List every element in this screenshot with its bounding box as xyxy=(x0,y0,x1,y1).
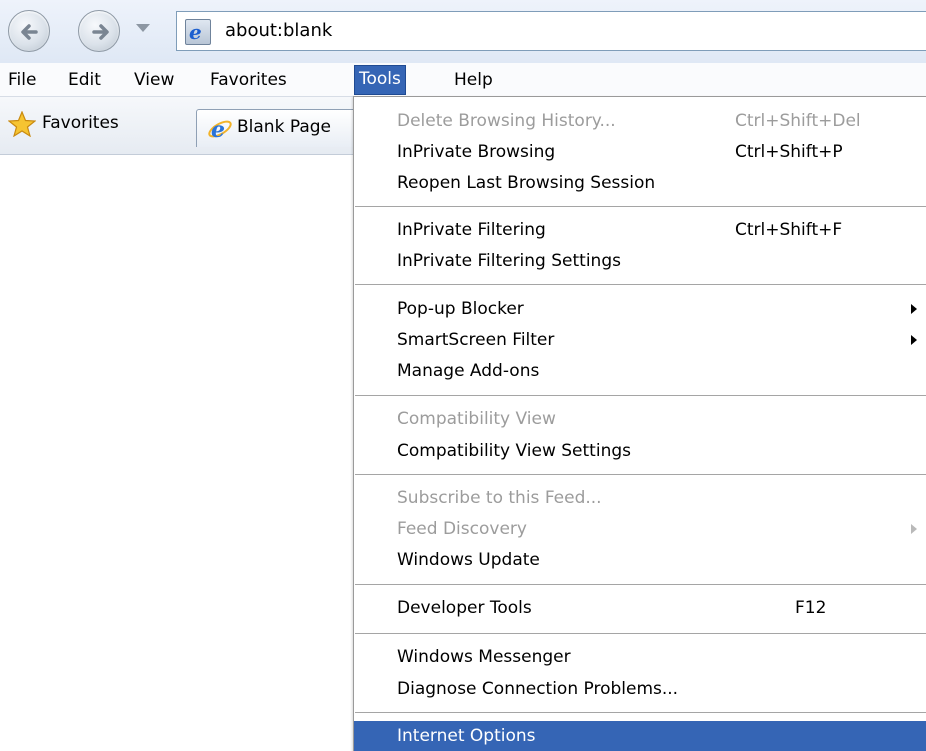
svg-text:e: e xyxy=(211,117,225,142)
menu-item-smartscreen-filter[interactable]: SmartScreen Filter xyxy=(354,325,926,355)
menu-item-label: Delete Browsing History... xyxy=(397,111,616,131)
menu-view[interactable]: View xyxy=(130,66,178,94)
menu-item-shortcut: F12 xyxy=(795,598,827,618)
menu-item-popup-blocker[interactable]: Pop-up Blocker xyxy=(354,294,926,324)
forward-arrow-icon xyxy=(92,24,109,40)
menu-separator xyxy=(355,584,926,585)
menu-favorites[interactable]: Favorites xyxy=(206,66,291,94)
menu-item-label: Subscribe to this Feed... xyxy=(397,488,602,508)
ie-logo-icon: e xyxy=(208,117,232,142)
submenu-arrow-icon xyxy=(911,524,917,534)
menu-item-label: InPrivate Filtering Settings xyxy=(397,251,621,271)
menu-item-reopen-last-session[interactable]: Reopen Last Browsing Session xyxy=(354,168,926,198)
menu-item-label: InPrivate Filtering xyxy=(397,220,546,240)
menu-item-internet-options[interactable]: Internet Options xyxy=(354,721,926,751)
menu-item-windows-messenger[interactable]: Windows Messenger xyxy=(354,642,926,672)
menu-item-shortcut: Ctrl+Shift+F xyxy=(735,220,843,240)
menu-item-label: Internet Options xyxy=(397,726,536,746)
menu-item-inprivate-filtering-settings[interactable]: InPrivate Filtering Settings xyxy=(354,246,926,276)
menu-file[interactable]: File xyxy=(4,66,40,94)
menu-item-label: Developer Tools xyxy=(397,598,532,618)
back-arrow-icon xyxy=(21,24,38,40)
menu-item-label: Diagnose Connection Problems... xyxy=(397,679,679,699)
navigation-bar: e about:blank xyxy=(0,0,926,63)
recent-pages-dropdown[interactable] xyxy=(136,24,150,32)
menu-item-label: Compatibility View xyxy=(397,409,556,429)
menu-separator xyxy=(355,206,926,207)
submenu-arrow-icon xyxy=(911,304,917,314)
menu-item-shortcut: Ctrl+Shift+P xyxy=(735,142,843,162)
menu-item-inprivate-filtering[interactable]: InPrivate Filtering Ctrl+Shift+F xyxy=(354,215,926,245)
forward-button[interactable] xyxy=(78,10,120,52)
back-button[interactable] xyxy=(8,10,50,52)
menu-item-label: Reopen Last Browsing Session xyxy=(397,173,656,193)
menu-edit[interactable]: Edit xyxy=(64,66,105,94)
menu-item-feed-discovery[interactable]: Feed Discovery xyxy=(354,514,926,544)
menu-item-inprivate-browsing[interactable]: InPrivate Browsing Ctrl+Shift+P xyxy=(354,137,926,167)
menu-item-label: Feed Discovery xyxy=(397,519,527,539)
menu-item-label: InPrivate Browsing xyxy=(397,142,556,162)
menu-help[interactable]: Help xyxy=(450,66,497,94)
menu-separator xyxy=(355,395,926,396)
menu-item-diagnose-connection[interactable]: Diagnose Connection Problems... xyxy=(354,674,926,704)
menu-item-compatibility-view-settings[interactable]: Compatibility View Settings xyxy=(354,436,926,466)
favorites-label: Favorites xyxy=(42,113,119,133)
tools-menu: Delete Browsing History... Ctrl+Shift+De… xyxy=(353,96,926,751)
menu-item-label: Pop-up Blocker xyxy=(397,299,524,319)
menu-item-shortcut: Ctrl+Shift+Del xyxy=(735,111,861,131)
menu-item-delete-browsing-history[interactable]: Delete Browsing History... Ctrl+Shift+De… xyxy=(354,106,926,136)
menu-item-developer-tools[interactable]: Developer Tools F12 xyxy=(354,593,926,623)
menu-separator xyxy=(355,712,926,713)
menu-separator xyxy=(355,633,926,634)
submenu-arrow-icon xyxy=(911,335,917,345)
menu-bar: File Edit View Favorites Tools Help xyxy=(0,63,926,97)
menu-item-subscribe-feed[interactable]: Subscribe to this Feed... xyxy=(354,483,926,513)
menu-separator xyxy=(355,284,926,285)
menu-item-compatibility-view[interactable]: Compatibility View xyxy=(354,404,926,434)
menu-item-label: Manage Add-ons xyxy=(397,361,540,381)
menu-item-manage-addons[interactable]: Manage Add-ons xyxy=(354,356,926,386)
menu-separator xyxy=(355,474,926,475)
menu-item-label: SmartScreen Filter xyxy=(397,330,555,350)
ie-browser-window: e about:blank File Edit View Favorites T… xyxy=(0,0,926,751)
address-bar[interactable]: e about:blank xyxy=(176,11,926,51)
menu-item-windows-update[interactable]: Windows Update xyxy=(354,545,926,575)
menu-item-label: Windows Messenger xyxy=(397,647,571,667)
menu-item-label: Windows Update xyxy=(397,550,540,570)
tab-title: Blank Page xyxy=(237,117,331,137)
ie-logo-icon: e xyxy=(185,19,211,45)
favorites-button[interactable]: Favorites xyxy=(8,109,119,141)
favorites-star-icon xyxy=(8,111,36,137)
menu-item-label: Compatibility View Settings xyxy=(397,441,631,461)
address-input[interactable]: about:blank xyxy=(225,20,332,41)
menu-tools[interactable]: Tools xyxy=(354,65,406,95)
